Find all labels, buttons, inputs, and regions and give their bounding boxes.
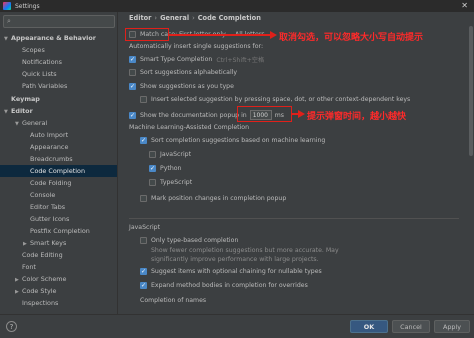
doc-popup-annotation: 提示弹窗时间，越小越快 [307,112,407,122]
auto-insert-heading: Automatically insert single suggestions … [129,43,264,50]
sidebar-item-font[interactable]: Font [22,261,36,273]
sidebar-item-postfix-completion[interactable]: Postfix Completion [30,225,90,237]
sidebar-item-scopes[interactable]: Scopes [22,44,45,56]
insert-selected-option[interactable]: Insert selected suggestion by pressing s… [140,96,410,103]
scrollbar[interactable] [469,26,473,156]
annotation-arrow-head [298,110,305,118]
smart-type-completion-option[interactable]: ✓ Smart Type Completion Ctrl+Shift+空格 [129,55,264,64]
sidebar-item-auto-import[interactable]: Auto Import [30,129,68,141]
ml-javascript-checkbox[interactable] [149,151,156,158]
annotation-arrow-head [270,31,277,39]
only-type-based-hint-2: significantly improve performance with l… [151,256,319,263]
expand-method-bodies-option[interactable]: ✓ Expand method bodies in completion for… [140,282,308,289]
annotation-arrow-line [169,34,272,36]
cancel-button[interactable]: Cancel [392,320,430,333]
ml-sort-option[interactable]: ✓ Sort completion suggestions based on m… [140,137,325,144]
sidebar-item-gutter-icons[interactable]: Gutter Icons [30,213,69,225]
chevron-down-icon: ▼ [4,36,8,42]
sidebar-item-path-variables[interactable]: Path Variables [22,80,67,92]
sidebar-item-appearance[interactable]: Appearance [30,141,68,153]
sidebar-item-inspections[interactable]: Inspections [22,297,58,309]
completion-of-names-heading: Completion of names [140,297,207,304]
optional-chaining-option[interactable]: ✓ Suggest items with optional chaining f… [140,268,322,275]
ml-typescript-checkbox[interactable] [149,179,156,186]
chevron-down-icon: ▼ [4,109,8,115]
sidebar-item-editor-tabs[interactable]: Editor Tabs [30,201,65,213]
match-case-highlight-box [125,28,169,41]
sidebar-item-code-completion[interactable]: Code Completion [0,165,117,177]
sidebar-item-breadcrumbs[interactable]: Breadcrumbs [30,153,73,165]
sidebar-item-color-scheme[interactable]: ▶ Color Scheme [15,273,66,285]
section-divider [129,218,459,219]
smart-type-checkbox[interactable]: ✓ [129,56,136,63]
show-doc-popup-checkbox[interactable]: ✓ [129,111,136,119]
sort-alpha-checkbox[interactable] [129,69,136,76]
match-case-annotation: 取消勾选，可以忽略大小写自动提示 [279,33,424,43]
settings-sidebar: ⌕ ▼ Appearance & Behavior Scopes Notifica… [0,12,118,314]
ml-javascript-option[interactable]: JavaScript [149,151,191,158]
expand-method-bodies-checkbox[interactable]: ✓ [140,282,147,289]
close-icon[interactable]: ✕ [461,0,468,12]
sidebar-item-keymap[interactable]: Keymap [11,93,40,105]
sidebar-item-console[interactable]: Console [30,189,55,201]
window-title: Settings [15,2,40,10]
ml-heading: Machine Learning-Assisted Completion [129,124,250,131]
optional-chaining-checkbox[interactable]: ✓ [140,268,147,275]
sidebar-item-smart-keys[interactable]: ▶ Smart Keys [23,237,66,249]
show-as-you-type-option[interactable]: ✓ Show suggestions as you type [129,83,234,90]
only-type-based-checkbox[interactable] [140,237,147,244]
sidebar-item-code-folding[interactable]: Code Folding [30,177,71,189]
ml-python-option[interactable]: ✓ Python [149,165,181,172]
mark-position-checkbox[interactable] [140,195,147,202]
js-heading: JavaScript [129,224,161,231]
mark-position-option[interactable]: Mark position changes in completion popu… [140,195,286,202]
sort-alphabetically-option[interactable]: Sort suggestions alphabetically [129,69,237,76]
dialog-footer: ? OK Cancel Apply [0,314,474,338]
sidebar-item-appearance-behavior[interactable]: ▼ Appearance & Behavior [4,32,96,44]
settings-search-input[interactable]: ⌕ [3,15,115,28]
show-as-you-type-checkbox[interactable]: ✓ [129,83,136,90]
only-type-based-hint-1: Show fewer completion suggestions but mo… [151,247,339,254]
ml-python-checkbox[interactable]: ✓ [149,165,156,172]
title-bar: Settings ✕ [0,0,474,12]
sidebar-item-notifications[interactable]: Notifications [22,56,62,68]
sidebar-item-editor[interactable]: ▼ Editor [4,105,33,117]
ok-button[interactable]: OK [350,320,388,333]
code-completion-panel: Editor › General › Code Completion Match cas… [119,12,474,314]
sidebar-item-quick-lists[interactable]: Quick Lists [22,68,57,80]
only-type-based-option[interactable]: Only type-based completion [140,237,238,244]
sidebar-item-general[interactable]: ▼ General [15,117,47,129]
chevron-right-icon: ▶ [15,289,19,295]
sidebar-item-code-style[interactable]: ▶ Code Style [15,285,56,297]
search-icon: ⌕ [7,17,11,25]
insert-selected-checkbox[interactable] [140,96,147,103]
help-icon[interactable]: ? [6,321,17,332]
apply-button[interactable]: Apply [434,320,470,333]
doc-popup-highlight-box [237,106,292,122]
ml-sort-checkbox[interactable]: ✓ [140,137,147,144]
app-icon [3,2,11,10]
sidebar-item-code-editing[interactable]: Code Editing [22,249,63,261]
breadcrumb: Editor › General › Code Completion [129,14,261,22]
ml-typescript-option[interactable]: TypeScript [149,179,192,186]
chevron-down-icon: ▼ [15,121,19,127]
